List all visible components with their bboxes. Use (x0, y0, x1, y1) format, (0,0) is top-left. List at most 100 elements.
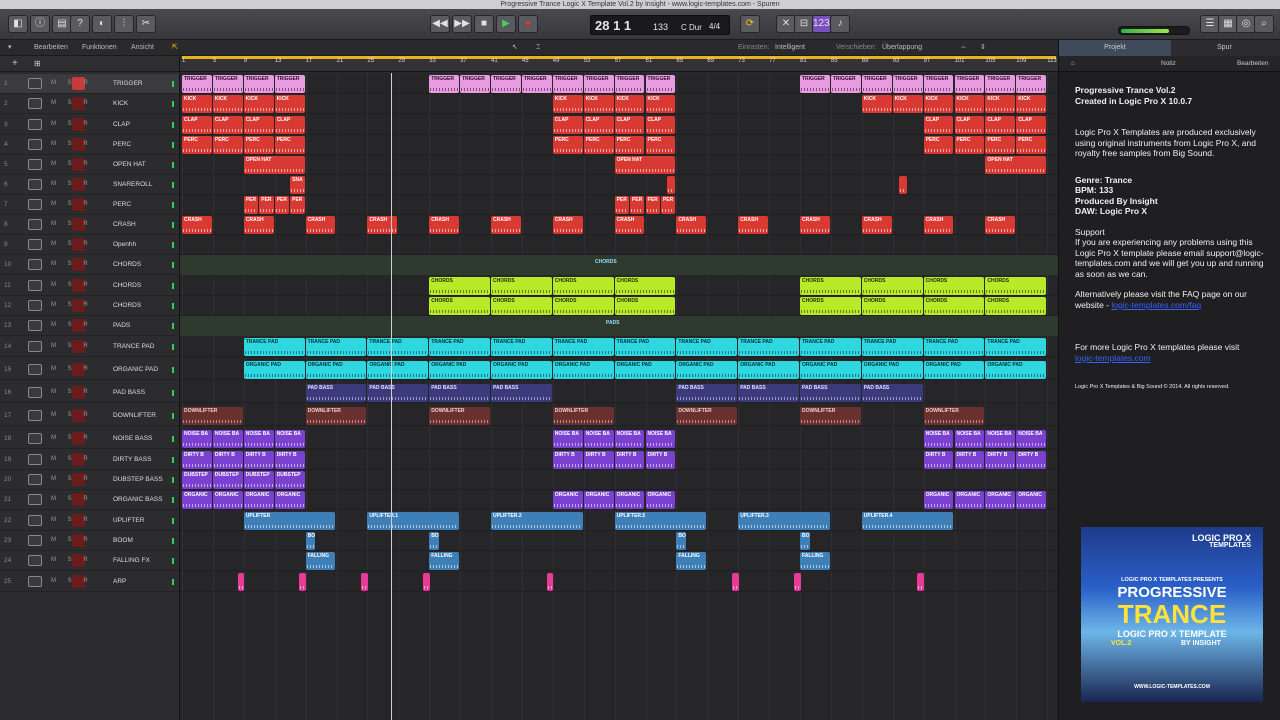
mute-solo-buttons[interactable]: M S R (51, 100, 93, 106)
track-lane[interactable] (180, 572, 1058, 592)
region[interactable] (237, 573, 245, 591)
region[interactable]: DIRTY B (552, 451, 583, 469)
region[interactable]: PERC (583, 136, 614, 154)
region[interactable]: TRANCE PAD (243, 338, 305, 356)
track-name[interactable]: DOWNLIFTER (113, 412, 156, 419)
region[interactable]: CHORDS (429, 277, 490, 295)
region[interactable]: CRASH (985, 216, 1016, 234)
region[interactable]: OPEN HAT (243, 156, 305, 174)
region[interactable]: BO (676, 532, 687, 550)
region[interactable]: CHORDS (491, 297, 552, 315)
catch-icon[interactable]: ⇱ (172, 40, 178, 56)
region[interactable]: PAD BASS (861, 384, 923, 402)
track-header[interactable]: 13 M S R PADS (0, 316, 179, 336)
folder-lane[interactable]: PADS (180, 316, 1058, 336)
region[interactable]: DUBSTEP (182, 471, 212, 489)
bar-ruler[interactable]: 1 5 9 13 17 21 25 29 33 37 41 45 49 53 57 61 65 69 73 77 81 8… (180, 56, 1058, 72)
region[interactable]: CRASH (305, 216, 336, 234)
region[interactable]: ORGANIC (583, 491, 614, 509)
region[interactable]: CRASH (491, 216, 521, 234)
region[interactable] (667, 176, 676, 194)
region[interactable]: TRANCE PAD (985, 338, 1047, 356)
library-icon[interactable]: ◧ (8, 15, 28, 33)
region[interactable] (361, 573, 368, 591)
region[interactable]: CHORDS (923, 277, 985, 295)
mute-solo-buttons[interactable]: M S R (51, 322, 93, 328)
region[interactable]: CRASH (614, 216, 645, 234)
region[interactable]: KICK (212, 95, 243, 113)
region[interactable]: KICK (985, 95, 1016, 113)
folder-lane[interactable]: CHORDS (180, 255, 1058, 275)
region[interactable]: CLAP (243, 116, 274, 134)
region[interactable]: DIRTY B (182, 451, 212, 469)
region[interactable]: TRIGGER (491, 75, 521, 93)
region[interactable]: PERC (1016, 136, 1047, 154)
region[interactable]: CHORDS (552, 297, 614, 315)
mute-solo-buttons[interactable]: M S R (51, 476, 93, 482)
region[interactable]: CRASH (243, 216, 274, 234)
mute-solo-buttons[interactable]: M S R (51, 141, 93, 147)
browser-icon[interactable]: ⌕ (1254, 15, 1274, 33)
menu-edit[interactable]: Bearbeiten (34, 40, 68, 56)
region[interactable]: DIRTY B (614, 451, 645, 469)
region[interactable]: ORGANIC (212, 491, 243, 509)
region[interactable]: CRASH (676, 216, 707, 234)
track-header[interactable]: 18 M S R NOISE BASS (0, 429, 179, 449)
region[interactable]: TRIGGER (460, 75, 490, 93)
mute-solo-buttons[interactable]: M S R (51, 261, 93, 267)
region[interactable]: BO (305, 532, 316, 550)
track-header[interactable]: 12 M S R CHORDS (0, 296, 179, 316)
lock-icon[interactable]: ⌂ (1071, 56, 1075, 72)
region[interactable]: TRANCE PAD (676, 338, 738, 356)
track-name[interactable]: OPEN HAT (113, 161, 146, 168)
region[interactable]: DUBSTEP (212, 471, 243, 489)
metronome-icon[interactable]: ♪ (830, 15, 850, 33)
mute-solo-buttons[interactable]: M S R (51, 496, 93, 502)
region[interactable]: CHORDS (985, 297, 1047, 315)
editors-icon[interactable]: ✂ (136, 15, 156, 33)
track-header[interactable]: 2 M S R KICK (0, 94, 179, 114)
region[interactable]: CHORDS (800, 277, 861, 295)
region[interactable]: TRIGGER (861, 75, 892, 93)
track-header[interactable]: 6 M S R SNAREROLL (0, 175, 179, 195)
region[interactable]: KICK (954, 95, 985, 113)
track-name[interactable]: PERC (113, 201, 131, 208)
track-header[interactable]: 9 M S R Openhh (0, 235, 179, 255)
region[interactable]: TRIGGER (985, 75, 1016, 93)
region[interactable]: TRIGGER (954, 75, 985, 93)
region[interactable]: ORGANIC PAD (738, 361, 799, 379)
mute-solo-buttons[interactable]: M S R (51, 412, 93, 418)
region[interactable]: NOISE BA (645, 430, 676, 448)
region[interactable]: DIRTY B (583, 451, 614, 469)
region[interactable]: TRANCE PAD (923, 338, 985, 356)
track-lane[interactable] (180, 175, 1058, 195)
region[interactable]: ORGANIC PAD (800, 361, 861, 379)
region[interactable]: PERC (243, 136, 274, 154)
region[interactable]: CLAP (182, 116, 212, 134)
region[interactable]: CRASH (923, 216, 954, 234)
loop-browser-icon[interactable]: ◎ (1236, 15, 1256, 33)
track-name[interactable]: PAD BASS (113, 389, 145, 396)
mute-solo-buttons[interactable]: M S R (51, 201, 93, 207)
region[interactable]: NOISE BA (1016, 430, 1047, 448)
region[interactable]: PAD BASS (676, 384, 738, 402)
menu-view[interactable]: Ansicht (131, 40, 154, 56)
region[interactable]: FALLING (800, 552, 830, 570)
region[interactable]: ORGANIC PAD (676, 361, 738, 379)
region[interactable]: NOISE BA (243, 430, 274, 448)
autopunch-icon[interactable]: ⊟ (794, 15, 814, 33)
mute-solo-buttons[interactable]: M S R (51, 181, 93, 187)
project-notes[interactable]: Progressive Trance Vol.2 Created in Logi… (1075, 85, 1273, 391)
region[interactable]: ORGANIC PAD (305, 361, 367, 379)
region[interactable]: CHORDS (985, 277, 1047, 295)
region[interactable]: TRANCE PAD (800, 338, 861, 356)
region[interactable]: FALLING (676, 552, 707, 570)
track-name[interactable]: ARP (113, 578, 126, 585)
region[interactable]: ORGANIC (614, 491, 645, 509)
region[interactable]: TRANCE PAD (491, 338, 552, 356)
region[interactable]: CRASH (367, 216, 398, 234)
track-header[interactable]: 23 M S R BOOM (0, 531, 179, 551)
region[interactable] (423, 573, 430, 591)
mute-solo-buttons[interactable]: M S R (51, 456, 93, 462)
mute-solo-buttons[interactable]: M S R (51, 80, 93, 86)
